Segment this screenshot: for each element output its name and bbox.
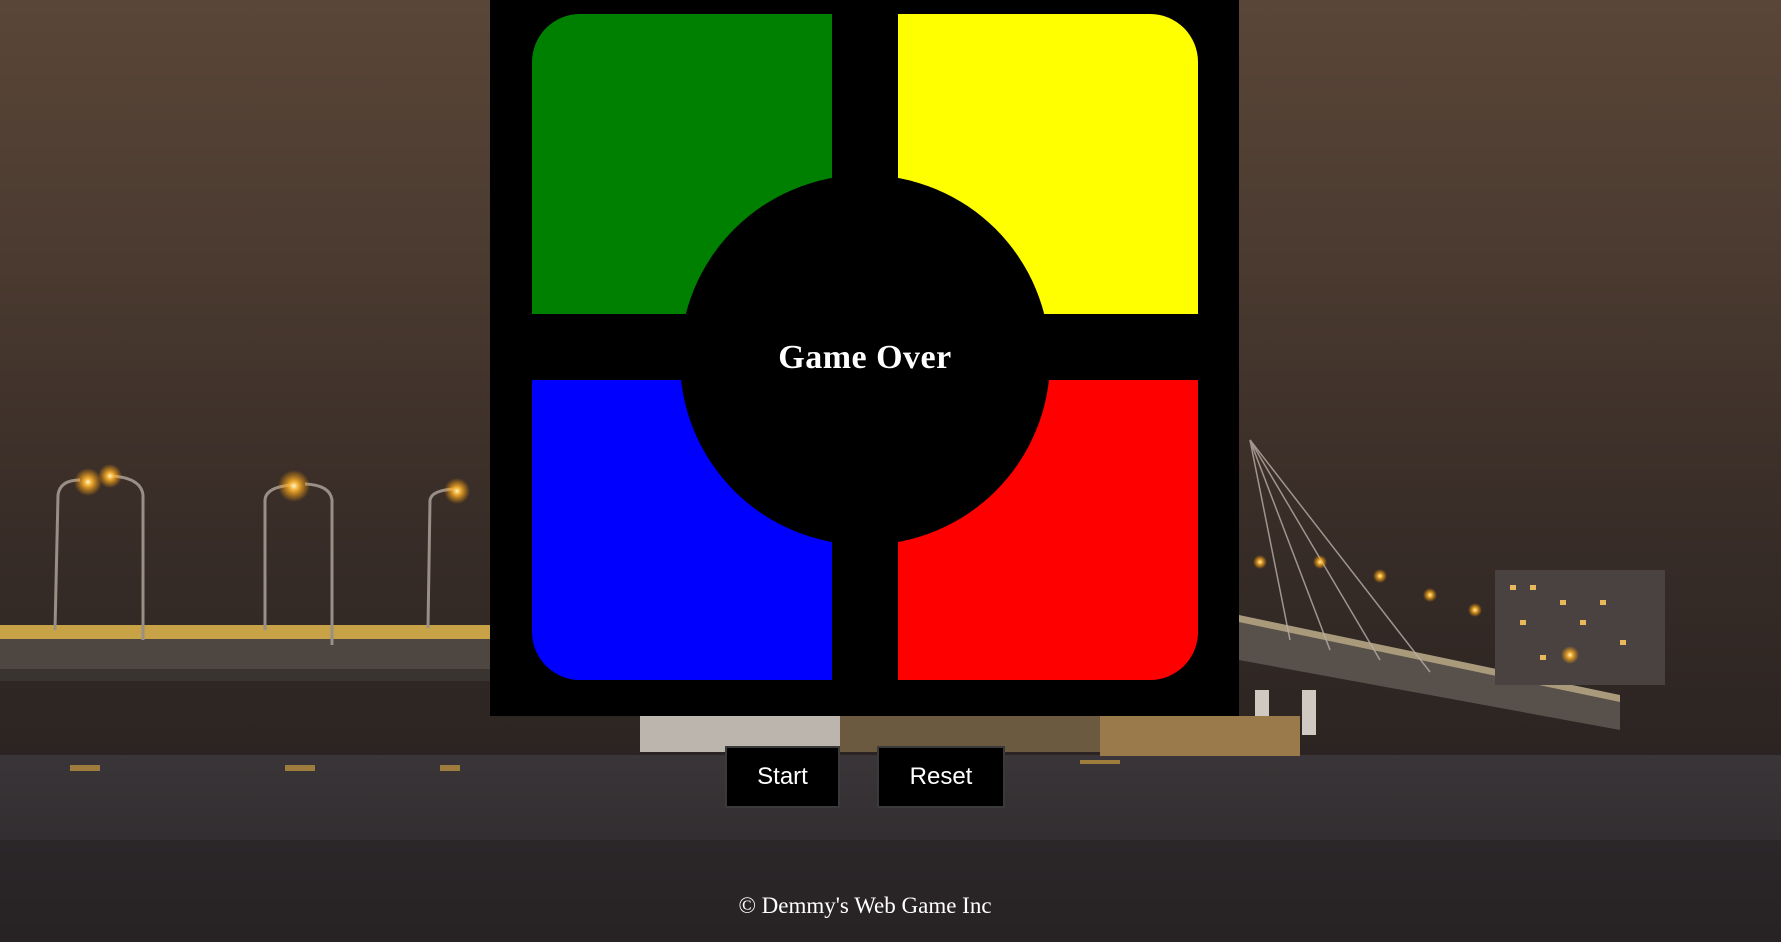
game-board: Game Over (490, 0, 1239, 716)
center-hub: Game Over (680, 175, 1050, 545)
game-status: Game Over (778, 339, 952, 376)
start-button[interactable]: Start (725, 746, 840, 808)
copyright-footer: © Demmy's Web Game Inc (738, 893, 992, 918)
reset-button[interactable]: Reset (877, 746, 1005, 808)
